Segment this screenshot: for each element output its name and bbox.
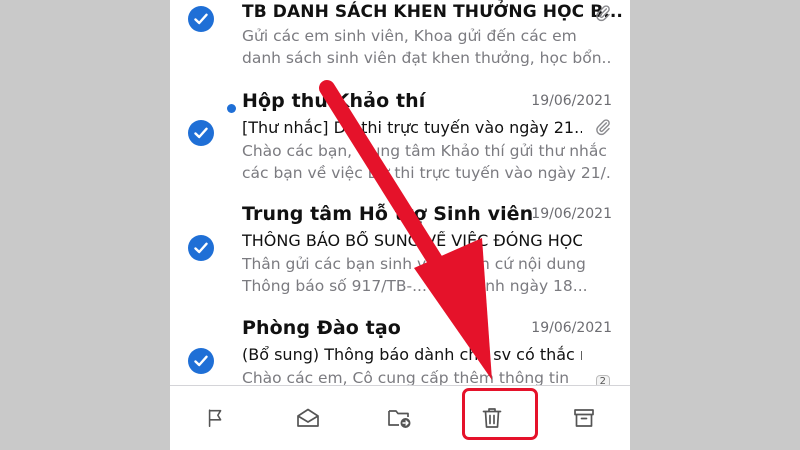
- mail-preview-line1: Thân gửi các bạn sinh viên, Căn cứ nội d…: [242, 255, 586, 273]
- mail-subject: THÔNG BÁO BỔ SUNG VỀ VIỆC ĐÓNG HỌC P...: [242, 231, 582, 250]
- flag-icon: [208, 409, 222, 428]
- bottom-action-toolbar: [170, 385, 630, 450]
- mail-subject: (Bổ sung) Thông báo dành cho sv có thắc …: [242, 345, 582, 364]
- mail-preview-line2: các bạn về việc Dự thi trực tuyến vào ng…: [242, 164, 612, 182]
- selected-checkbox[interactable]: [188, 120, 214, 146]
- mail-date: 19/06/2021: [531, 206, 612, 222]
- mail-sender: Hộp thư Khảo thí: [242, 90, 426, 112]
- checkmark-icon: [194, 13, 208, 25]
- selected-checkbox[interactable]: [188, 235, 214, 261]
- mail-item[interactable]: Phòng Đào tạo 19/06/2021 (Bổ sung) Thông…: [170, 315, 630, 388]
- unread-indicator: [227, 104, 236, 113]
- mail-item[interactable]: TB DANH SÁCH KHEN THƯỞNG HỌC B... Gửi cá…: [170, 0, 630, 88]
- delete-highlight-box: [462, 388, 538, 440]
- mail-date: 19/06/2021: [531, 320, 612, 336]
- mail-sender: Trung tâm Hỗ trợ Sinh viên: [242, 203, 534, 225]
- mail-preview-line1: Chào các em, Cô cung cấp thêm thông tin: [242, 369, 570, 385]
- mail-sender: TB DANH SÁCH KHEN THƯỞNG HỌC B...: [242, 2, 623, 22]
- selected-checkbox[interactable]: [188, 6, 214, 32]
- archive-button[interactable]: [564, 398, 604, 438]
- mail-sender: Phòng Đào tạo: [242, 317, 401, 339]
- mail-item[interactable]: Hộp thư Khảo thí 19/06/2021 [Thư nhắc] D…: [170, 88, 630, 196]
- checkmark-icon: [194, 242, 208, 254]
- mail-preview-line1: Chào các bạn, Trung tâm Khảo thí gửi thư…: [242, 142, 607, 160]
- checkmark-icon: [194, 355, 208, 367]
- mail-subject: [Thư nhắc] Dự thi trực tuyến vào ngày 21…: [242, 118, 582, 137]
- mail-item[interactable]: Trung tâm Hỗ trợ Sinh viên 19/06/2021 TH…: [170, 201, 630, 309]
- selected-checkbox[interactable]: [188, 348, 214, 374]
- attachment-icon: [596, 5, 610, 22]
- mail-preview-line2: danh sách sinh viên đạt khen thưởng, học…: [242, 49, 612, 67]
- flag-button[interactable]: [196, 398, 236, 438]
- mail-preview-line2: Thông báo số 917/TB-... ban hành ngày 18…: [242, 277, 588, 295]
- attachment-icon: [596, 119, 610, 136]
- mail-list-screen: TB DANH SÁCH KHEN THƯỞNG HỌC B... Gửi cá…: [170, 0, 630, 450]
- mark-read-icon: [297, 408, 319, 427]
- archive-icon: [574, 409, 594, 427]
- mail-date: 19/06/2021: [531, 93, 612, 109]
- mark-read-button[interactable]: [288, 398, 328, 438]
- move-to-folder-button[interactable]: [380, 398, 420, 438]
- mail-preview-line1: Gửi các em sinh viên, Khoa gửi đến các e…: [242, 27, 577, 45]
- checkmark-icon: [194, 127, 208, 139]
- move-folder-icon: [388, 410, 411, 428]
